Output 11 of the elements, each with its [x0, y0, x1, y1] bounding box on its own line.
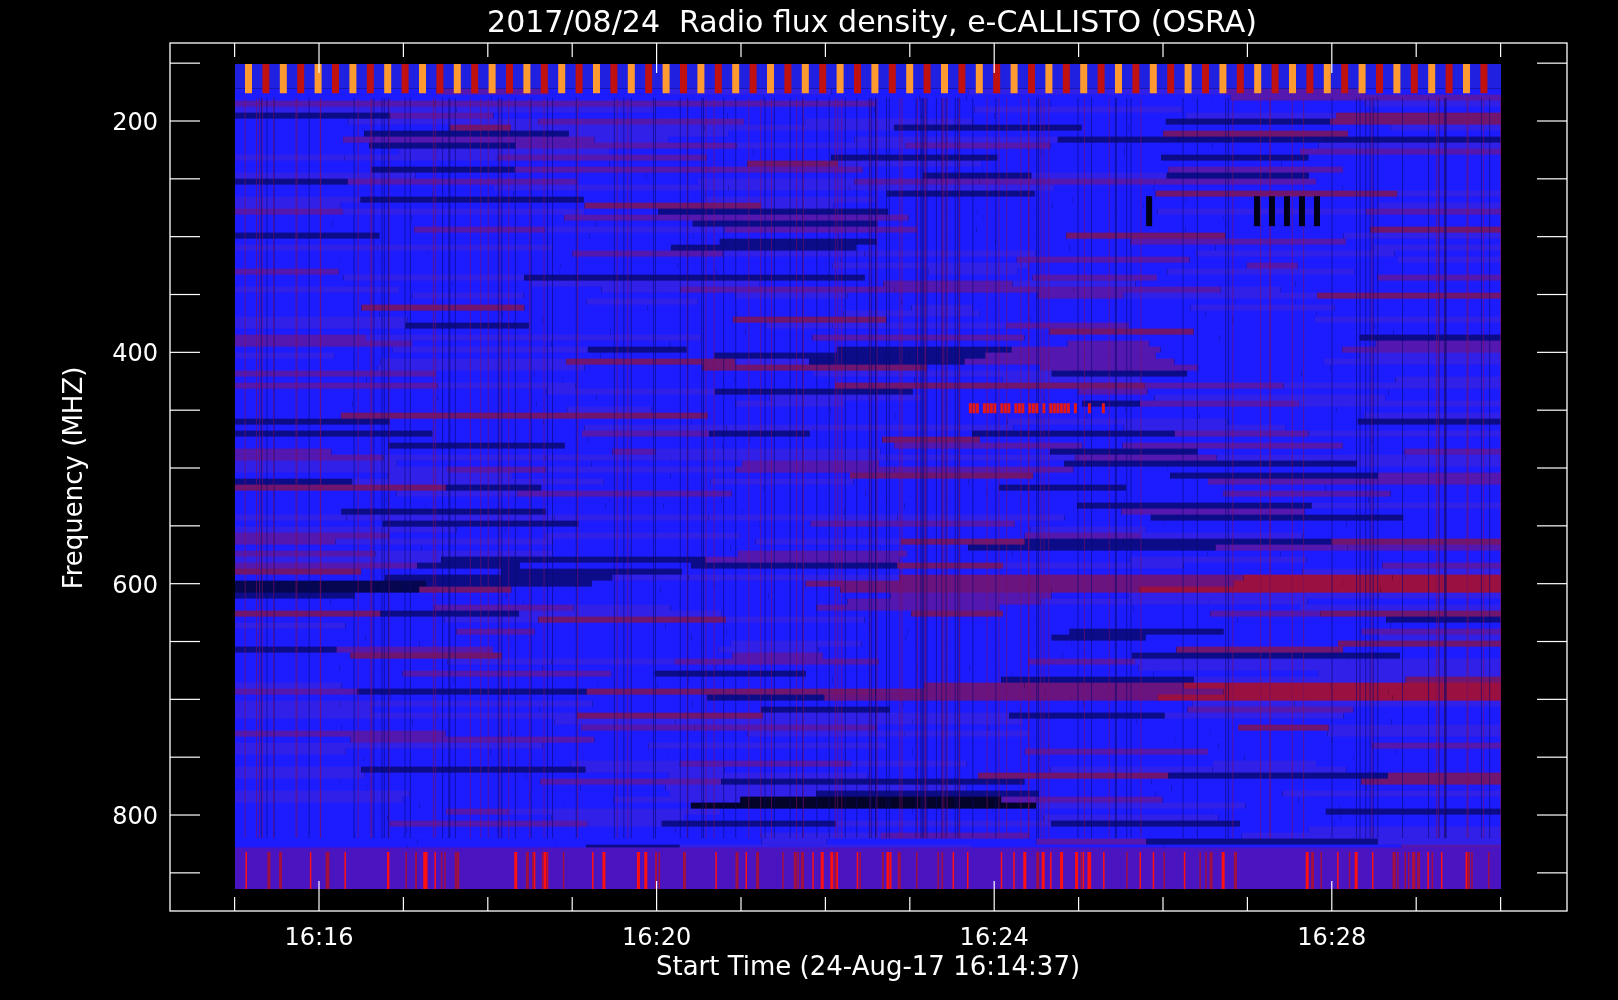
y-tick-label: 200: [112, 108, 158, 136]
x-tick-label: 16:24: [959, 923, 1029, 951]
y-axis-label: Frequency (MHZ): [58, 366, 88, 590]
x-axis-label: Start Time (24-Aug-17 16:14:37): [655, 951, 1081, 981]
chart-title: 2017/08/24 Radio flux density, e-CALLISTO (OSRA): [487, 4, 1257, 39]
x-tick-label: 16:20: [622, 923, 692, 951]
x-tick-label: 16:28: [1297, 923, 1367, 951]
y-tick-label: 400: [112, 339, 158, 368]
x-tick-label: 16:16: [284, 923, 354, 951]
y-tick-label: 600: [112, 570, 158, 599]
y-tick-label: 800: [112, 802, 158, 831]
